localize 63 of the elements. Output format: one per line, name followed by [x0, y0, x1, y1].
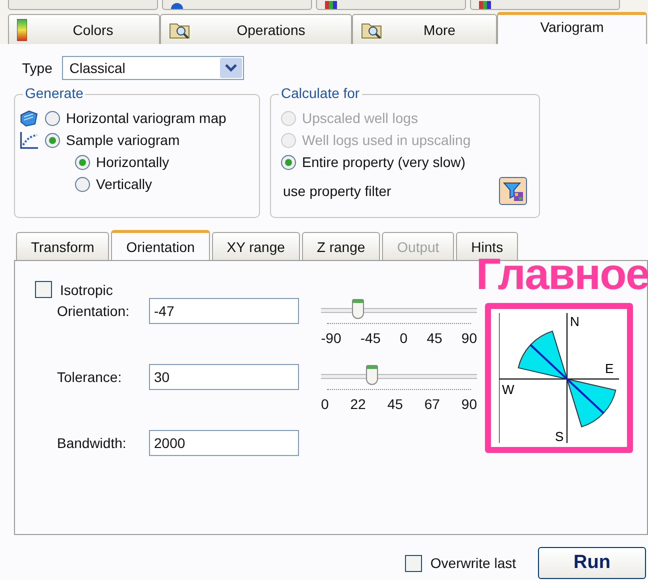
radio-button[interactable]: [45, 132, 60, 148]
option-label: Well logs used in upscaling: [302, 132, 471, 148]
tick-label: 45: [426, 330, 442, 346]
input-field[interactable]: 2000: [149, 430, 299, 456]
tick-label: 0: [321, 396, 329, 412]
option-label: Sample variogram: [66, 132, 180, 148]
tab[interactable]: Z range: [302, 232, 380, 260]
field-label: Bandwidth:: [57, 434, 128, 453]
chevron-down-icon: [220, 58, 242, 78]
radio-button[interactable]: [75, 176, 90, 192]
checkbox[interactable]: [405, 554, 422, 572]
tick-label: 90: [461, 396, 477, 412]
grid-icon: [325, 1, 337, 9]
option-label: Upscaled well logs: [302, 110, 418, 126]
option-label: Horizontally: [96, 154, 170, 170]
tab[interactable]: Colors: [8, 14, 160, 44]
tab[interactable]: Hints: [456, 232, 518, 260]
tab[interactable]: Variogram: [497, 12, 647, 44]
slider-thumb[interactable]: [366, 365, 378, 385]
tab[interactable]: XY range: [212, 232, 300, 260]
group-title: Generate: [23, 85, 86, 101]
group-title: Calculate for: [279, 85, 362, 101]
option-label: Vertically: [96, 176, 152, 192]
tick-label: 67: [424, 396, 440, 412]
tab[interactable]: Transform: [16, 232, 110, 260]
tab[interactable]: Orientation: [111, 230, 210, 260]
compass-label: S: [555, 429, 564, 443]
folder-icon: [169, 20, 191, 38]
run-button[interactable]: Run: [538, 547, 646, 579]
option-label: Horizontal variogram map: [66, 110, 226, 126]
input-field[interactable]: -47: [149, 298, 299, 324]
field-label: Tolerance:: [57, 368, 123, 387]
radio-button[interactable]: [45, 110, 60, 126]
type-label: Type: [22, 60, 52, 76]
tick-label: -90: [321, 330, 342, 346]
tick-label: 45: [387, 396, 403, 412]
field-label: Orientation:: [57, 302, 130, 321]
compass-label: N: [570, 314, 580, 329]
tick-label: 22: [350, 396, 366, 412]
funnel-icon: [502, 180, 524, 202]
folder-icon: [361, 20, 383, 38]
gradient-icon: [17, 18, 27, 40]
chart-icon: [19, 131, 39, 149]
checkbox[interactable]: [35, 281, 52, 298]
compass-label: W: [502, 382, 514, 397]
checkbox-label: Overwrite last: [430, 555, 516, 571]
tick-label: 90: [461, 330, 477, 346]
grid-icon: [479, 1, 491, 9]
type-dropdown[interactable]: Classical: [62, 56, 244, 80]
input-field[interactable]: 30: [149, 364, 299, 390]
compass-label: E: [605, 361, 614, 376]
tab[interactable]: Operations: [160, 14, 352, 44]
tick-label: -45: [360, 330, 381, 346]
tick-label: 0: [400, 330, 408, 346]
filter-button[interactable]: [499, 177, 527, 205]
filter-label: use property filter: [283, 183, 392, 199]
map-icon: [19, 109, 39, 127]
slider-thumb[interactable]: [352, 299, 364, 319]
radio-button[interactable]: [75, 154, 90, 170]
tab[interactable]: More: [352, 14, 497, 44]
radio-button[interactable]: [281, 154, 296, 170]
option-label: Entire property (very slow): [302, 154, 466, 170]
checkbox-label: Isotropic: [60, 282, 113, 298]
